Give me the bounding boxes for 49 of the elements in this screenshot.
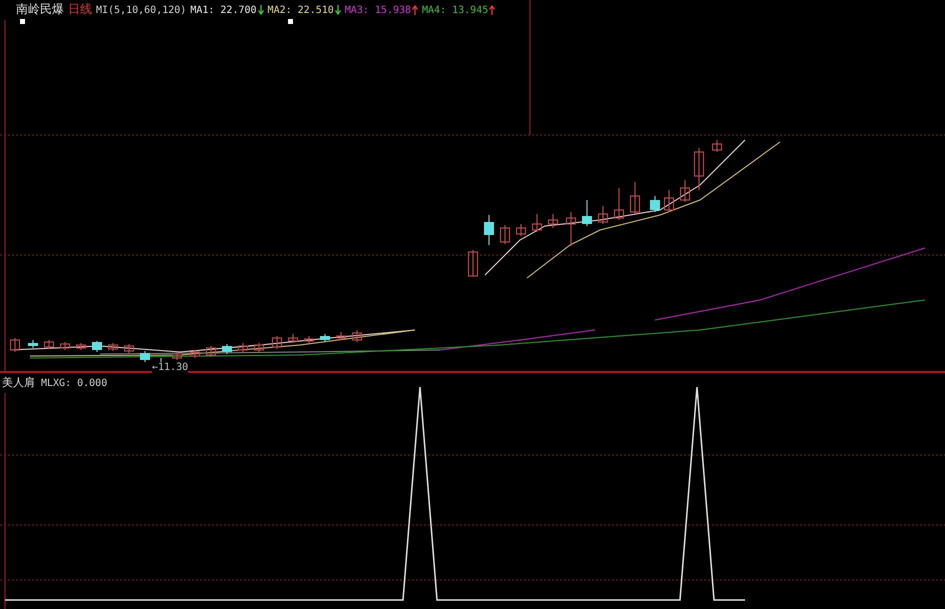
marker-square — [20, 19, 25, 24]
candle — [206, 346, 216, 358]
candle — [222, 344, 232, 354]
candle — [238, 342, 248, 352]
stock-name: 南岭民爆 — [16, 1, 64, 18]
marker-square — [288, 19, 293, 24]
candle — [614, 188, 624, 220]
candle — [664, 190, 674, 212]
candle — [320, 334, 330, 342]
candle — [598, 206, 608, 224]
moving-average-label: MA4: 13.945 — [422, 5, 488, 16]
candle — [336, 332, 346, 340]
candle — [516, 224, 526, 236]
candle — [10, 338, 20, 352]
moving-average-label: MA2: 22.510 — [268, 5, 334, 16]
candle — [566, 212, 576, 246]
candle — [712, 140, 722, 152]
period-label: 日线 — [68, 1, 92, 18]
candle — [92, 340, 102, 352]
candle — [140, 350, 150, 362]
moving-average-label: MA3: 15.938 — [344, 5, 412, 16]
candle — [254, 342, 264, 352]
candle — [630, 182, 640, 214]
indicator-title: 美人肩 — [2, 375, 35, 390]
candle — [172, 352, 182, 360]
candle — [304, 336, 314, 344]
candle — [44, 340, 54, 350]
candle — [680, 180, 690, 202]
candle — [468, 250, 478, 276]
candle — [190, 350, 200, 358]
candle — [582, 200, 592, 226]
candle — [76, 342, 86, 350]
candle — [272, 336, 282, 350]
candle — [28, 340, 38, 348]
candle — [288, 334, 298, 344]
low-price-marker: ←11.30 — [152, 362, 188, 373]
indicator-reading: MLXG: 0.000 — [41, 378, 108, 389]
moving-average-label: MA1: 22.700 — [190, 5, 257, 16]
candle — [60, 342, 70, 350]
candle — [500, 224, 510, 244]
candle — [484, 214, 494, 246]
candle — [124, 344, 134, 354]
candle — [532, 214, 542, 232]
candle — [352, 330, 362, 342]
candle — [548, 214, 558, 228]
candle — [650, 196, 660, 212]
candle — [108, 342, 118, 352]
candle — [694, 148, 704, 190]
indicator-name: MI(5,10,60,120) — [96, 5, 186, 16]
